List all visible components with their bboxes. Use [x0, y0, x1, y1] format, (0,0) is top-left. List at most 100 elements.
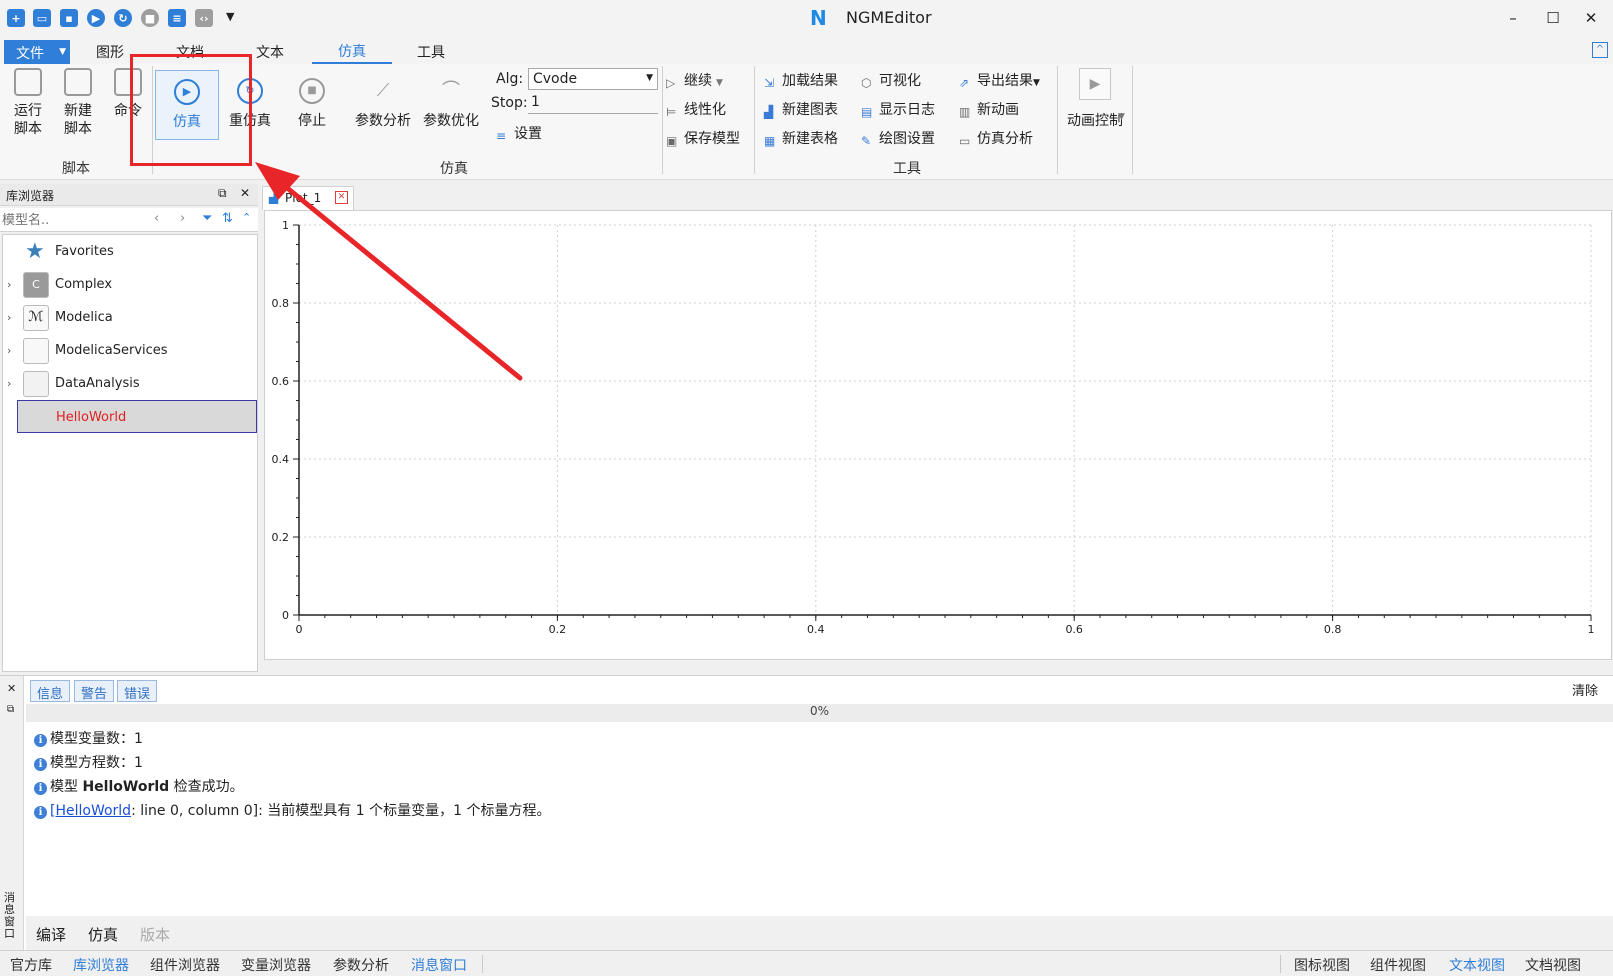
back-arrow-icon[interactable]: ‹	[154, 211, 159, 226]
status-message-window[interactable]: 消息窗口	[411, 955, 467, 975]
chevron-down-icon[interactable]: ▼	[226, 10, 234, 23]
save-model-button[interactable]: ▣ 保存模型	[666, 128, 740, 148]
x-tick-label: 0	[296, 623, 303, 636]
settings-label: 设置	[514, 126, 542, 142]
tab-plot[interactable]: ▟ Plot_1 ✕	[262, 186, 354, 210]
filter-icon[interactable]: ⏷	[202, 211, 212, 226]
new-animation-button[interactable]: ▥ 新动画	[959, 99, 1019, 119]
table-icon: ▦	[764, 134, 776, 148]
show-log-button[interactable]: ▤ 显示日志	[861, 99, 935, 119]
info-icon: i	[34, 806, 47, 819]
run-script-button[interactable]: 运行 脚本	[8, 68, 48, 138]
code-icon[interactable]: ‹›	[195, 9, 213, 27]
continue-button[interactable]: ▷ 继续 ▼	[666, 70, 723, 90]
float-window-icon[interactable]: ⧉	[218, 186, 227, 201]
param-optimize-button[interactable]: ⌒ 参数优化	[418, 78, 484, 130]
status-document-view[interactable]: 文档视图	[1525, 955, 1581, 975]
status-component-browser[interactable]: 组件浏览器	[150, 955, 220, 975]
resimulate-icon[interactable]: ↻	[114, 9, 132, 27]
alg-select[interactable]: Cvode ▼	[528, 68, 658, 90]
maximize-button[interactable]: ☐	[1538, 6, 1568, 30]
load-result-button[interactable]: ⇲ 加载结果	[764, 70, 838, 90]
model-link[interactable]: [HelloWorld	[50, 803, 131, 819]
filter-info-button[interactable]: 信息	[30, 680, 71, 702]
status-text-view[interactable]: 文本视图	[1449, 955, 1505, 975]
settings-sliders-icon[interactable]: ≡	[168, 9, 186, 27]
tab-compile[interactable]: 编译	[36, 924, 66, 945]
export-result-button[interactable]: ⇗ 导出结果▼	[959, 70, 1040, 90]
status-icon-view[interactable]: 图标视图	[1294, 955, 1350, 975]
new-table-button[interactable]: ▦ 新建表格	[764, 128, 838, 148]
alg-label: Alg:	[496, 71, 524, 87]
tree-item-modelica[interactable]: › ℳ Modelica	[3, 301, 257, 334]
tab-graphics[interactable]: 图形	[96, 42, 124, 62]
new-chart-button[interactable]: ▟ 新建图表	[764, 99, 838, 119]
collapse-ribbon-icon[interactable]: ^	[1592, 42, 1608, 58]
chevron-down-icon[interactable]: ▼	[1118, 112, 1125, 122]
x-tick-label: 1	[1588, 623, 1595, 636]
sim-analysis-button[interactable]: ▭ 仿真分析	[959, 128, 1033, 148]
tab-simulation[interactable]: 仿真	[312, 36, 392, 64]
new-script-label: 新建 脚本	[64, 103, 92, 137]
tab-version[interactable]: 版本	[140, 924, 170, 945]
tree-item-modelicaservices[interactable]: › ModelicaServices	[3, 334, 257, 367]
close-tab-icon[interactable]: ✕	[335, 191, 348, 204]
tree-item-favorites[interactable]: ★ Favorites	[3, 235, 257, 268]
collapse-all-icon[interactable]: ⌃	[242, 211, 251, 224]
plot-area[interactable]: 0 0.2 0.4 0.6 0.8 1 0 0.2 0.4 0.6 0.8 1	[264, 210, 1612, 660]
new-script-button[interactable]: 新建 脚本	[58, 68, 98, 138]
open-folder-icon[interactable]: ▭	[33, 9, 51, 27]
sort-icon[interactable]: ⇅	[222, 211, 233, 226]
library-search-input[interactable]	[2, 210, 142, 230]
stop-icon[interactable]: ■	[141, 9, 159, 27]
star-icon: ★	[25, 239, 45, 264]
visualize-button[interactable]: ⬡ 可视化	[861, 70, 921, 90]
param-analysis-button[interactable]: ⟋ 参数分析	[350, 78, 416, 130]
tree-item-helloworld[interactable]: HelloWorld	[17, 400, 257, 433]
tab-text[interactable]: 文本	[256, 42, 284, 62]
plot-tab-label: Plot_1	[285, 191, 322, 205]
tree-item-dataanalysis[interactable]: › DataAnalysis	[3, 367, 257, 400]
title-bar: + ▭ ▪ ▶ ↻ ■ ≡ ‹› ▼ N NGMEditor – ☐ ✕	[0, 0, 1613, 36]
status-official-lib[interactable]: 官方库	[10, 955, 52, 975]
stop-button[interactable]: ■ 停止	[288, 78, 336, 130]
save-icon[interactable]: ▪	[60, 9, 78, 27]
plot-tab-icon: ▟	[269, 190, 279, 204]
float-window-icon[interactable]: ⧉	[7, 704, 14, 715]
status-library-browser[interactable]: 库浏览器	[73, 955, 129, 975]
status-variable-browser[interactable]: 变量浏览器	[241, 955, 311, 975]
close-button[interactable]: ✕	[1576, 6, 1606, 30]
filter-warning-button[interactable]: 警告	[74, 680, 115, 702]
new-file-icon[interactable]: +	[7, 9, 25, 27]
chevron-right-icon[interactable]: ›	[7, 344, 11, 357]
analysis-chart-icon: ▭	[959, 134, 971, 148]
linearize-button[interactable]: ⊨ 线性化	[666, 99, 726, 119]
tree-item-complex[interactable]: › C Complex	[3, 268, 257, 301]
x-tick-label: 0.2	[549, 623, 567, 636]
message-side-strip: ✕ ⧉ 消息窗口	[0, 676, 24, 951]
pencil-icon: ✎	[861, 134, 872, 148]
show-log-label: 显示日志	[879, 102, 935, 118]
play-icon: ▶	[1079, 68, 1111, 100]
simulate-icon[interactable]: ▶	[87, 9, 105, 27]
stop-time-input[interactable]: 1	[528, 94, 658, 114]
filter-error-button[interactable]: 错误	[117, 680, 158, 702]
close-icon[interactable]: ✕	[240, 186, 250, 200]
chevron-right-icon[interactable]: ›	[7, 311, 11, 324]
close-icon[interactable]: ✕	[7, 682, 16, 695]
curve-icon: ⌒	[442, 80, 460, 101]
x-tick-label: 0.4	[807, 623, 825, 636]
status-param-analysis[interactable]: 参数分析	[333, 955, 389, 975]
plot-settings-button[interactable]: ✎ 绘图设置	[861, 128, 935, 148]
x-tick-label: 0.8	[1324, 623, 1342, 636]
settings-button[interactable]: ≡ 设置	[496, 123, 542, 143]
tab-simulation-messages[interactable]: 仿真	[88, 924, 118, 945]
clear-button[interactable]: 清除	[1572, 680, 1598, 699]
chevron-right-icon[interactable]: ›	[7, 278, 11, 291]
minimize-button[interactable]: –	[1498, 6, 1528, 30]
forward-arrow-icon[interactable]: ›	[180, 211, 185, 226]
status-component-view[interactable]: 组件视图	[1370, 955, 1426, 975]
chevron-right-icon[interactable]: ›	[7, 377, 11, 390]
tab-file[interactable]: 文件 ▼	[4, 40, 70, 64]
tab-tools[interactable]: 工具	[417, 42, 445, 62]
